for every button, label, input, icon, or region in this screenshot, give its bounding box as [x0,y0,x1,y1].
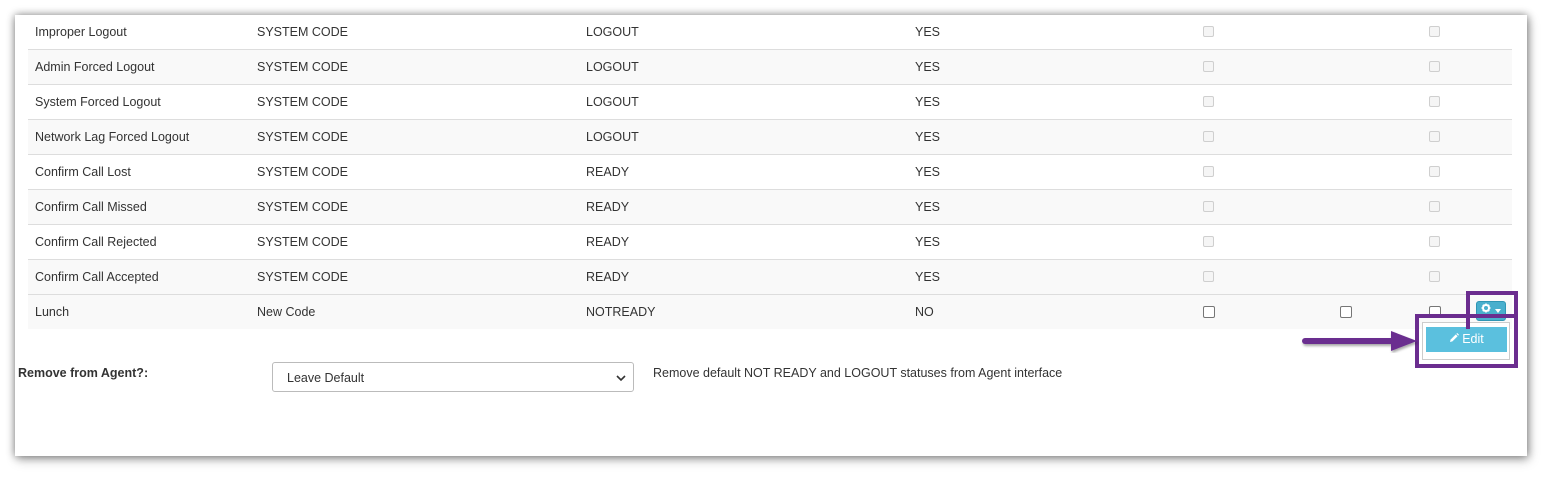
system-flag: YES [915,95,941,109]
disabled-checkbox [1203,26,1214,37]
table-row: Lunch New Code NOTREADY NO [28,295,1512,329]
system-flag: YES [915,270,941,284]
system-flag: YES [915,235,941,249]
disabled-checkbox [1429,96,1440,107]
disabled-checkbox [1203,131,1214,142]
status-category: SYSTEM CODE [257,25,348,39]
status-name: Network Lag Forced Logout [35,130,190,144]
status-name: Confirm Call Missed [35,200,147,214]
status-name: Lunch [35,305,70,319]
agent-status: LOGOUT [586,25,639,39]
remove-from-agent-label: Remove from Agent?: [18,366,149,380]
status-name: Admin Forced Logout [35,60,155,74]
remove-from-agent-row: Remove from Agent?: Leave Default Remove… [18,362,1118,396]
agent-status: LOGOUT [586,60,639,74]
chevron-down-icon [615,372,627,384]
status-table: Improper Logout SYSTEM CODE LOGOUT YES A… [28,15,1512,329]
agent-status: NOTREADY [586,305,656,319]
status-category: SYSTEM CODE [257,235,348,249]
disabled-checkbox [1203,201,1214,212]
pointer-arrow [1302,331,1417,351]
disabled-checkbox [1429,271,1440,282]
disabled-checkbox [1429,26,1440,37]
table-row: Confirm Call Missed SYSTEM CODE READY YE… [28,190,1512,225]
system-flag: YES [915,25,941,39]
status-category: SYSTEM CODE [257,270,348,284]
disabled-checkbox [1203,166,1214,177]
agent-status: READY [586,165,630,179]
status-category: SYSTEM CODE [257,130,348,144]
disabled-checkbox [1429,236,1440,247]
disabled-checkbox [1429,61,1440,72]
agent-status: LOGOUT [586,130,639,144]
system-flag: YES [915,130,941,144]
table-row: Improper Logout SYSTEM CODE LOGOUT YES [28,15,1512,50]
system-flag: YES [915,165,941,179]
app-window: Improper Logout SYSTEM CODE LOGOUT YES A… [15,15,1527,456]
table-row: Confirm Call Lost SYSTEM CODE READY YES [28,155,1512,190]
disabled-checkbox [1203,236,1214,247]
select-value: Leave Default [287,371,365,385]
pausable-checkbox[interactable] [1340,306,1352,318]
status-category: SYSTEM CODE [257,60,348,74]
disabled-checkbox [1429,131,1440,142]
disabled-checkbox [1203,61,1214,72]
table-row: Confirm Call Rejected SYSTEM CODE READY … [28,225,1512,260]
status-name: System Forced Logout [35,95,161,109]
table-row: Admin Forced Logout SYSTEM CODE LOGOUT Y… [28,50,1512,85]
system-flag: NO [915,305,934,319]
remove-from-agent-select[interactable]: Leave Default [272,362,634,392]
agent-status: READY [586,200,630,214]
table-row: Confirm Call Accepted SYSTEM CODE READY … [28,260,1512,295]
system-flag: YES [915,60,941,74]
status-category: New Code [257,305,316,319]
disabled-checkbox [1429,201,1440,212]
agent-status: READY [586,235,630,249]
status-name: Improper Logout [35,25,127,39]
status-category: SYSTEM CODE [257,95,348,109]
status-category: SYSTEM CODE [257,165,348,179]
status-category: SYSTEM CODE [257,200,348,214]
status-name: Confirm Call Accepted [35,270,159,284]
highlight-box [1415,314,1518,368]
agent-status: READY [586,270,630,284]
status-name: Confirm Call Lost [35,165,131,179]
disabled-checkbox [1203,96,1214,107]
remove-from-agent-help: Remove default NOT READY and LOGOUT stat… [653,366,1063,380]
selectable-checkbox[interactable] [1203,306,1215,318]
table-row: Network Lag Forced Logout SYSTEM CODE LO… [28,120,1512,155]
table-row: System Forced Logout SYSTEM CODE LOGOUT … [28,85,1512,120]
disabled-checkbox [1429,166,1440,177]
disabled-checkbox [1203,271,1214,282]
status-name: Confirm Call Rejected [35,235,157,249]
agent-status: LOGOUT [586,95,639,109]
system-flag: YES [915,200,941,214]
